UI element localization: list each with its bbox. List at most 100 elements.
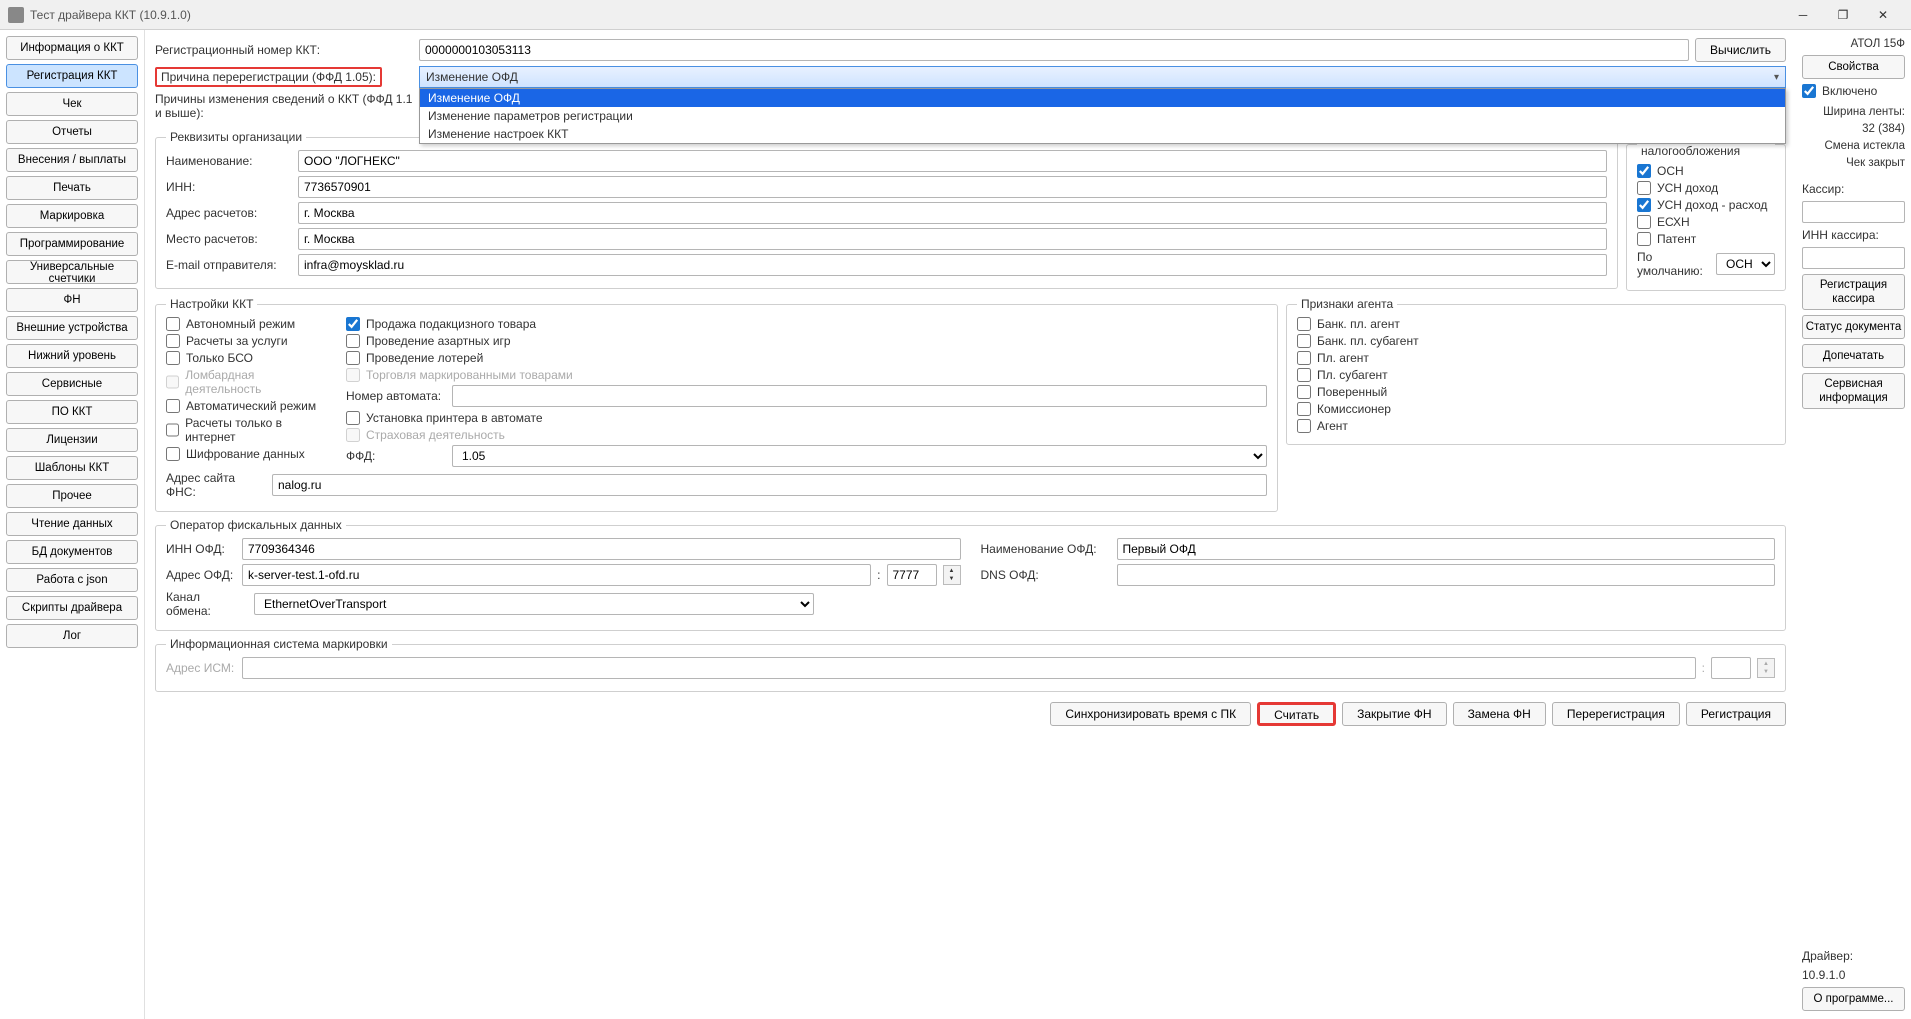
tax-checkbox[interactable] bbox=[1637, 215, 1651, 229]
tax-checkbox[interactable] bbox=[1637, 198, 1651, 212]
colon-sep: : bbox=[1702, 661, 1705, 675]
sidebar-item[interactable]: Программирование bbox=[6, 232, 138, 256]
sidebar-item[interactable]: БД документов bbox=[6, 540, 138, 564]
kkt-checkbox[interactable] bbox=[346, 317, 360, 331]
ofd-addr-input[interactable] bbox=[242, 564, 871, 586]
org-inn-input[interactable] bbox=[298, 176, 1607, 198]
read-button[interactable]: Считать bbox=[1257, 702, 1336, 726]
kkt-checkbox[interactable] bbox=[166, 317, 180, 331]
org-legend: Реквизиты организации bbox=[166, 130, 306, 144]
printer-in-automat-checkbox[interactable] bbox=[346, 411, 360, 425]
port-spinner[interactable]: ▲▼ bbox=[943, 565, 961, 585]
check-closed: Чек закрыт bbox=[1802, 157, 1905, 169]
agent-checkbox[interactable] bbox=[1297, 317, 1311, 331]
sidebar-item[interactable]: Работа с json bbox=[6, 568, 138, 592]
agent-label: Банк. пл. субагент bbox=[1317, 334, 1419, 348]
ofd-channel-select[interactable]: EthernetOverTransport bbox=[254, 593, 814, 615]
sidebar-item[interactable]: Регистрация ККТ bbox=[6, 64, 138, 88]
reg-num-input[interactable] bbox=[419, 39, 1689, 61]
kkt-checkbox[interactable] bbox=[166, 351, 180, 365]
sidebar-item[interactable]: Внесения / выплаты bbox=[6, 148, 138, 172]
close-fn-button[interactable]: Закрытие ФН bbox=[1342, 702, 1446, 726]
sidebar-item[interactable]: Печать bbox=[6, 176, 138, 200]
dropdown-option[interactable]: Изменение параметров регистрации bbox=[420, 107, 1785, 125]
agent-label: Комиссионер bbox=[1317, 402, 1391, 416]
kkt-label: Только БСО bbox=[186, 351, 253, 365]
rereg-button[interactable]: Перерегистрация bbox=[1552, 702, 1680, 726]
sidebar-item[interactable]: Чтение данных bbox=[6, 512, 138, 536]
cashier-input[interactable] bbox=[1802, 201, 1905, 223]
tax-checkbox[interactable] bbox=[1637, 164, 1651, 178]
service-info-button[interactable]: Сервисная информация bbox=[1802, 373, 1905, 409]
agent-checkbox[interactable] bbox=[1297, 368, 1311, 382]
replace-fn-button[interactable]: Замена ФН bbox=[1453, 702, 1546, 726]
enabled-checkbox[interactable] bbox=[1802, 84, 1816, 98]
kkt-checkbox[interactable] bbox=[166, 423, 179, 437]
ofd-port-input[interactable] bbox=[887, 564, 937, 586]
sidebar-item[interactable]: Маркировка bbox=[6, 204, 138, 228]
sidebar-item[interactable]: Скрипты драйвера bbox=[6, 596, 138, 620]
close-button[interactable]: ✕ bbox=[1863, 2, 1903, 28]
cashier-inn-input[interactable] bbox=[1802, 247, 1905, 269]
kkt-label: Проведение лотерей bbox=[366, 351, 483, 365]
sidebar-item[interactable]: ФН bbox=[6, 288, 138, 312]
tax-fieldset: Системы налогообложения ОСНУСН доходУСН … bbox=[1626, 130, 1786, 291]
titlebar: Тест драйвера ККТ (10.9.1.0) ─ ❐ ✕ bbox=[0, 0, 1911, 30]
org-addr-input[interactable] bbox=[298, 202, 1607, 224]
minimize-button[interactable]: ─ bbox=[1783, 2, 1823, 28]
dropdown-option[interactable]: Изменение настроек ККТ bbox=[420, 125, 1785, 143]
ofd-name-input[interactable] bbox=[1117, 538, 1776, 560]
sidebar-item[interactable]: Сервисные bbox=[6, 372, 138, 396]
kkt-label: Шифрование данных bbox=[186, 447, 305, 461]
kkt-checkbox[interactable] bbox=[166, 334, 180, 348]
sidebar-item[interactable]: Отчеты bbox=[6, 120, 138, 144]
automat-num-input[interactable] bbox=[452, 385, 1267, 407]
tax-checkbox[interactable] bbox=[1637, 232, 1651, 246]
kkt-checkbox[interactable] bbox=[346, 334, 360, 348]
ism-port-spinner[interactable]: ▲▼ bbox=[1757, 658, 1775, 678]
kkt-legend: Настройки ККТ bbox=[166, 297, 257, 311]
kkt-checkbox[interactable] bbox=[346, 351, 360, 365]
tax-checkbox[interactable] bbox=[1637, 181, 1651, 195]
props-button[interactable]: Свойства bbox=[1802, 55, 1905, 79]
printer-in-automat-label: Установка принтера в автомате bbox=[366, 411, 543, 425]
org-name-input[interactable] bbox=[298, 150, 1607, 172]
sidebar-item[interactable]: Чек bbox=[6, 92, 138, 116]
calculate-button[interactable]: Вычислить bbox=[1695, 38, 1786, 62]
sidebar-item[interactable]: Информация о ККТ bbox=[6, 36, 138, 60]
rereg-reason-select[interactable]: Изменение ОФД bbox=[419, 66, 1786, 88]
ism-addr-label: Адрес ИСМ: bbox=[166, 661, 236, 675]
sidebar-item[interactable]: Универсальные счетчики bbox=[6, 260, 138, 284]
sidebar-item[interactable]: Нижний уровень bbox=[6, 344, 138, 368]
cashier-reg-button[interactable]: Регистрация кассира bbox=[1802, 274, 1905, 310]
kkt-checkbox[interactable] bbox=[166, 447, 180, 461]
sidebar-item[interactable]: Лог bbox=[6, 624, 138, 648]
sync-time-button[interactable]: Синхронизировать время с ПК bbox=[1050, 702, 1251, 726]
ffd-select[interactable]: 1.05 bbox=[452, 445, 1267, 467]
reprint-button[interactable]: Допечатать bbox=[1802, 344, 1905, 368]
sidebar-item[interactable]: Внешние устройства bbox=[6, 316, 138, 340]
agent-checkbox[interactable] bbox=[1297, 385, 1311, 399]
sidebar-item[interactable]: Шаблоны ККТ bbox=[6, 456, 138, 480]
reg-button[interactable]: Регистрация bbox=[1686, 702, 1786, 726]
doc-status-button[interactable]: Статус документа bbox=[1802, 315, 1905, 339]
ofd-inn-input[interactable] bbox=[242, 538, 961, 560]
rereg-reason-dropdown[interactable]: Изменение ОФДИзменение параметров регист… bbox=[419, 88, 1786, 144]
fns-addr-input[interactable] bbox=[272, 474, 1267, 496]
maximize-button[interactable]: ❐ bbox=[1823, 2, 1863, 28]
tax-default-select[interactable]: ОСН bbox=[1716, 253, 1775, 275]
sidebar-item[interactable]: Прочее bbox=[6, 484, 138, 508]
sidebar-item[interactable]: Лицензии bbox=[6, 428, 138, 452]
about-button[interactable]: О программе... bbox=[1802, 987, 1905, 1011]
kkt-checkbox[interactable] bbox=[166, 399, 180, 413]
agent-checkbox[interactable] bbox=[1297, 419, 1311, 433]
org-place-input[interactable] bbox=[298, 228, 1607, 250]
right-panel: АТОЛ 15Ф Свойства Включено Ширина ленты:… bbox=[1796, 30, 1911, 1019]
sidebar-item[interactable]: ПО ККТ bbox=[6, 400, 138, 424]
dropdown-option[interactable]: Изменение ОФД bbox=[420, 89, 1785, 107]
agent-checkbox[interactable] bbox=[1297, 351, 1311, 365]
ofd-dns-input[interactable] bbox=[1117, 564, 1776, 586]
agent-checkbox[interactable] bbox=[1297, 334, 1311, 348]
agent-checkbox[interactable] bbox=[1297, 402, 1311, 416]
org-email-input[interactable] bbox=[298, 254, 1607, 276]
